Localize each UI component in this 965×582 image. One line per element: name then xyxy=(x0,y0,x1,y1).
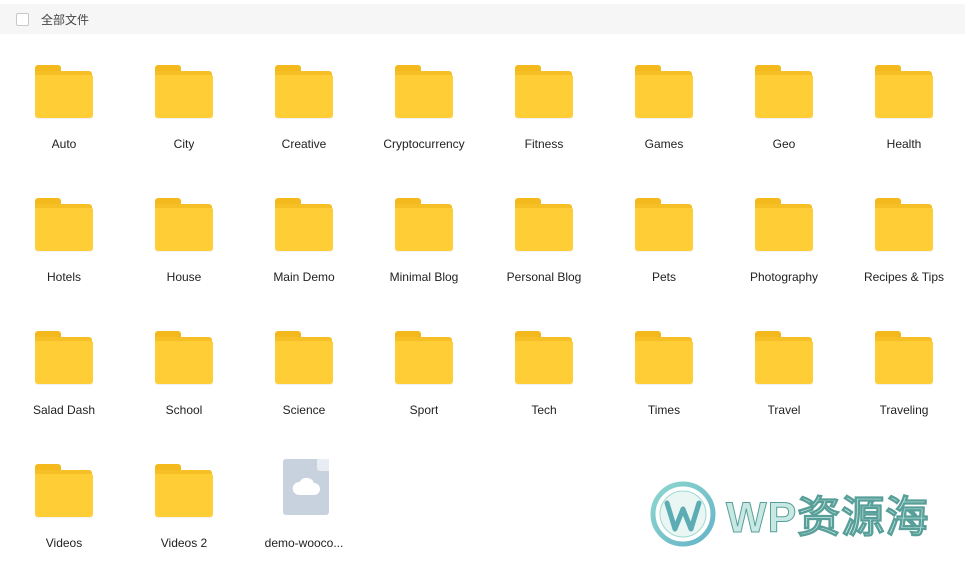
folder-icon xyxy=(633,193,695,261)
folder-item-auto[interactable]: Auto xyxy=(4,50,124,183)
folder-name: Videos xyxy=(45,536,83,550)
select-all-checkbox[interactable] xyxy=(16,12,29,26)
folder-name: Pets xyxy=(651,270,676,284)
folder-name: House xyxy=(166,270,202,284)
folder-item-travel[interactable]: Travel xyxy=(724,316,844,449)
folder-name: Games xyxy=(644,137,684,151)
folder-item-creative[interactable]: Creative xyxy=(244,50,364,183)
folder-icon xyxy=(33,60,95,128)
folder-name: Hotels xyxy=(46,270,81,284)
folder-item-main-demo[interactable]: Main Demo xyxy=(244,183,364,316)
folder-item-city[interactable]: City xyxy=(124,50,244,183)
folder-name: Personal Blog xyxy=(506,270,582,284)
folder-icon xyxy=(633,60,695,128)
folder-name: School xyxy=(165,403,203,417)
folder-name: Salad Dash xyxy=(32,403,96,417)
file-name: demo-wooco... xyxy=(264,536,344,550)
folder-item-games[interactable]: Games xyxy=(604,50,724,183)
folder-name: Photography xyxy=(749,270,819,284)
folder-icon xyxy=(393,60,455,128)
folder-item-cryptocurrency[interactable]: Cryptocurrency xyxy=(364,50,484,183)
folder-item-school[interactable]: School xyxy=(124,316,244,449)
folder-name: Times xyxy=(647,403,681,417)
folder-item-photography[interactable]: Photography xyxy=(724,183,844,316)
folder-name: Creative xyxy=(281,137,327,151)
folder-icon xyxy=(273,193,335,261)
folder-name: Fitness xyxy=(524,137,564,151)
cloud-file-icon xyxy=(273,459,335,527)
folder-icon xyxy=(273,326,335,394)
folder-icon xyxy=(33,326,95,394)
folder-item-videos-2[interactable]: Videos 2 xyxy=(124,449,244,582)
folder-name: Cryptocurrency xyxy=(383,137,465,151)
folder-icon xyxy=(873,60,935,128)
folder-icon xyxy=(153,193,215,261)
folder-icon xyxy=(873,326,935,394)
file-grid: Auto City Creative Cryptocurrency Fitness Gam… xyxy=(4,50,964,582)
folder-icon xyxy=(153,60,215,128)
folder-icon xyxy=(153,326,215,394)
folder-item-salad-dash[interactable]: Salad Dash xyxy=(4,316,124,449)
folder-item-pets[interactable]: Pets xyxy=(604,183,724,316)
folder-icon xyxy=(273,60,335,128)
folder-icon xyxy=(513,326,575,394)
folder-item-videos[interactable]: Videos xyxy=(4,449,124,582)
folder-name: Videos 2 xyxy=(160,536,208,550)
folder-item-health[interactable]: Health xyxy=(844,50,964,183)
folder-icon xyxy=(753,326,815,394)
folder-name: Recipes & Tips xyxy=(863,270,945,284)
folder-item-geo[interactable]: Geo xyxy=(724,50,844,183)
folder-icon xyxy=(153,459,215,527)
folder-item-fitness[interactable]: Fitness xyxy=(484,50,604,183)
folder-icon xyxy=(753,60,815,128)
folder-name: Geo xyxy=(772,137,796,151)
folder-item-hotels[interactable]: Hotels xyxy=(4,183,124,316)
folder-name: Tech xyxy=(531,403,557,417)
folder-icon xyxy=(873,193,935,261)
folder-icon xyxy=(513,193,575,261)
select-all-label: 全部文件 xyxy=(41,12,90,27)
folder-item-house[interactable]: House xyxy=(124,183,244,316)
folder-icon xyxy=(33,459,95,527)
folder-item-traveling[interactable]: Traveling xyxy=(844,316,964,449)
folder-item-science[interactable]: Science xyxy=(244,316,364,449)
folder-icon xyxy=(33,193,95,261)
folder-name: Traveling xyxy=(879,403,929,417)
folder-item-personal-blog[interactable]: Personal Blog xyxy=(484,183,604,316)
file-item-demo-wooco[interactable]: demo-wooco... xyxy=(244,449,364,582)
folder-item-tech[interactable]: Tech xyxy=(484,316,604,449)
folder-name: Auto xyxy=(51,137,77,151)
folder-item-sport[interactable]: Sport xyxy=(364,316,484,449)
folder-name: Science xyxy=(282,403,326,417)
folder-icon xyxy=(513,60,575,128)
folder-name: Travel xyxy=(767,403,801,417)
folder-item-minimal-blog[interactable]: Minimal Blog xyxy=(364,183,484,316)
folder-item-times[interactable]: Times xyxy=(604,316,724,449)
folder-icon xyxy=(753,193,815,261)
file-list-header: 全部文件 xyxy=(0,4,965,34)
folder-name: Sport xyxy=(409,403,439,417)
folder-name: Main Demo xyxy=(273,270,335,284)
folder-item-recipes-tips[interactable]: Recipes & Tips xyxy=(844,183,964,316)
folder-icon xyxy=(393,326,455,394)
folder-name: Health xyxy=(886,137,922,151)
folder-name: Minimal Blog xyxy=(389,270,459,284)
folder-icon xyxy=(633,326,695,394)
folder-name: City xyxy=(173,137,195,151)
folder-icon xyxy=(393,193,455,261)
